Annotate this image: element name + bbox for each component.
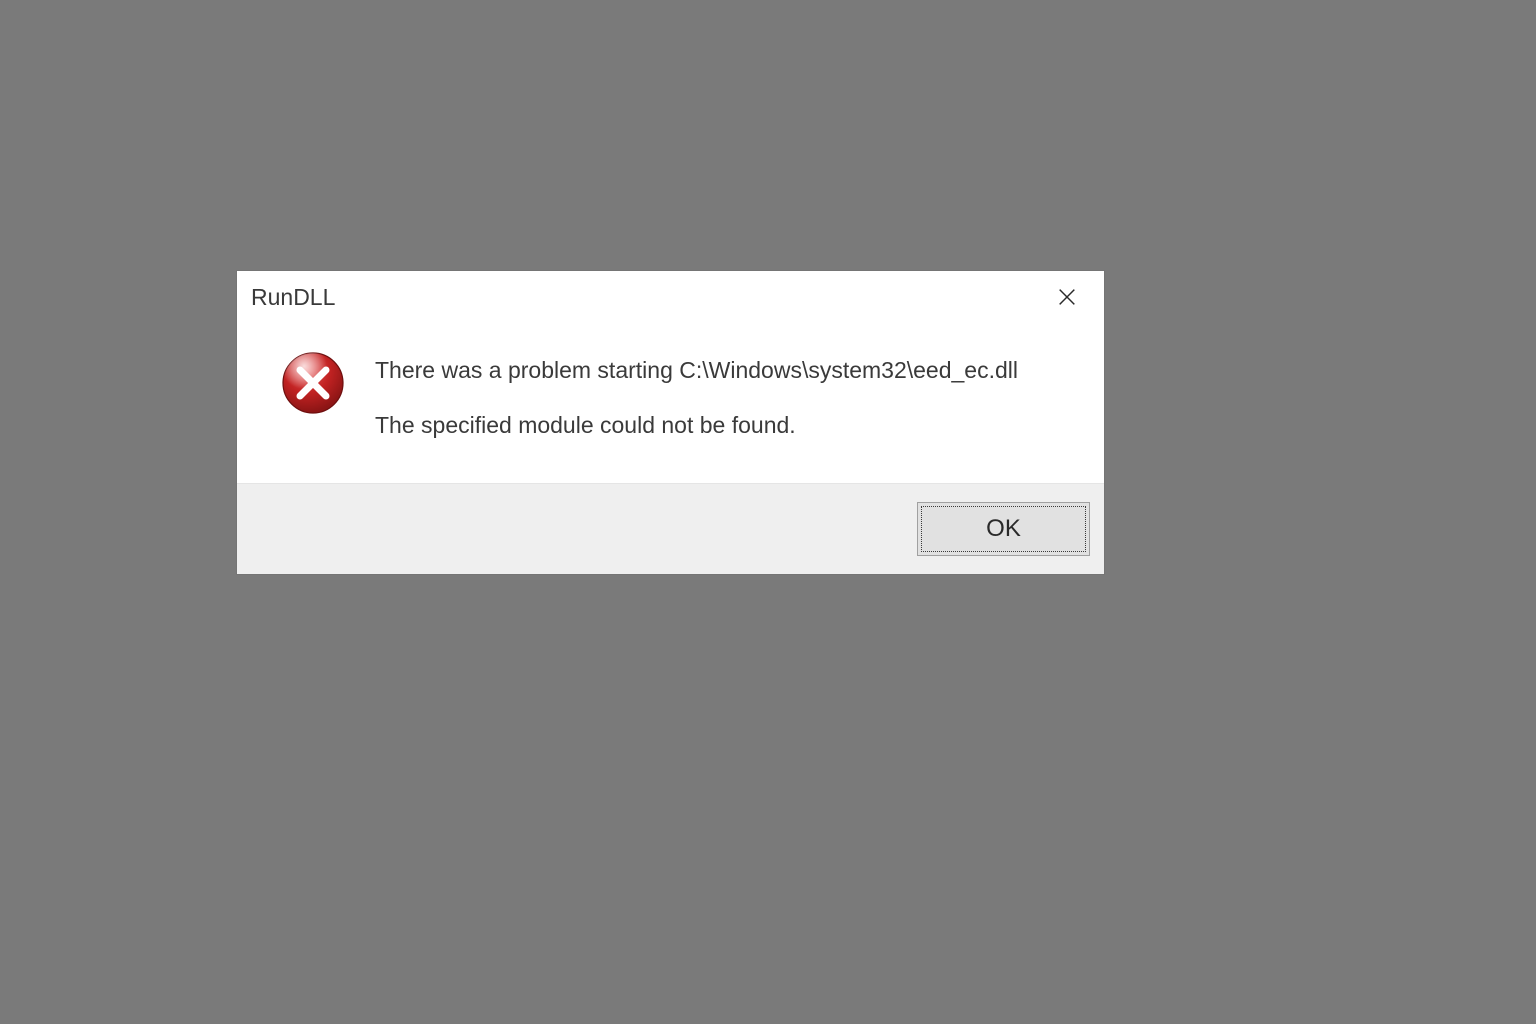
dialog-content: There was a problem starting C:\Windows\… xyxy=(237,323,1104,483)
dialog-title: RunDLL xyxy=(251,284,335,311)
dialog-footer: OK xyxy=(237,483,1104,574)
error-message-primary: There was a problem starting C:\Windows\… xyxy=(375,357,1018,384)
close-icon xyxy=(1056,286,1078,308)
titlebar[interactable]: RunDLL xyxy=(237,271,1104,323)
ok-button-frame: OK xyxy=(917,502,1090,556)
error-icon xyxy=(281,351,345,415)
error-dialog: RunDLL xyxy=(237,271,1104,574)
ok-button[interactable]: OK xyxy=(921,506,1086,552)
error-message-secondary: The specified module could not be found. xyxy=(375,412,1018,439)
close-button[interactable] xyxy=(1044,279,1090,315)
message-area: There was a problem starting C:\Windows\… xyxy=(375,353,1018,439)
